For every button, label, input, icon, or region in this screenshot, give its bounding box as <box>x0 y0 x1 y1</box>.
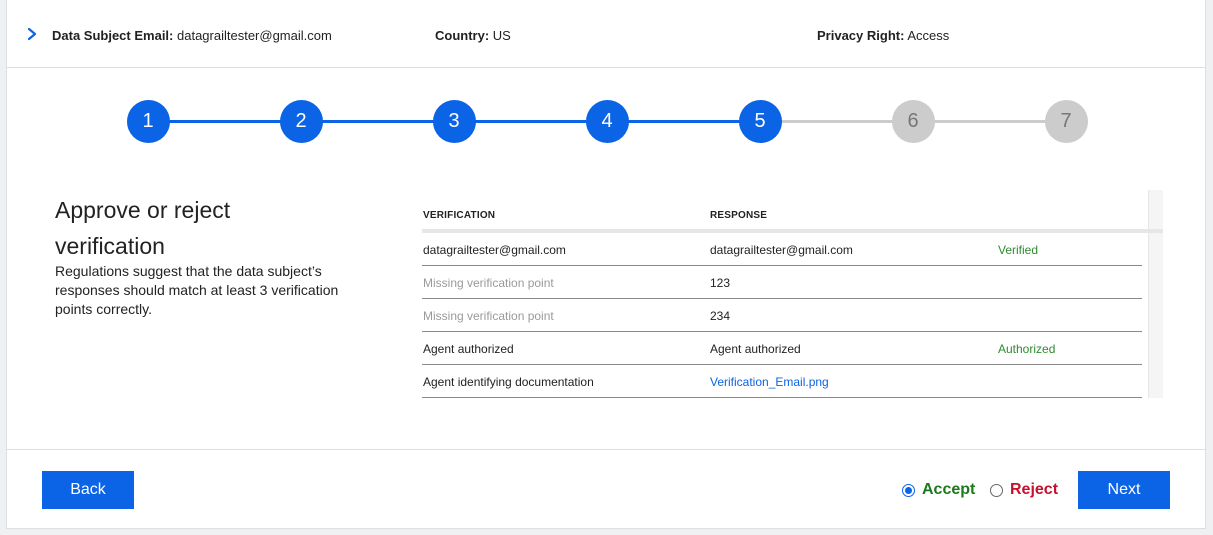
email-value: datagrailtester@gmail.com <box>177 28 332 43</box>
step-1[interactable]: 1 <box>126 100 170 143</box>
status-badge: Authorized <box>998 342 1056 356</box>
reject-label[interactable]: Reject <box>1010 481 1058 499</box>
table-row: Missing verification point 123 <box>422 266 1142 299</box>
verification-panel: 1234567 Approve or reject verification R… <box>6 68 1206 450</box>
step-3[interactable]: 3 <box>432 100 476 143</box>
page-title: Approve or reject verification <box>55 197 231 259</box>
table-row: Agent authorized Agent authorized Author… <box>422 332 1142 365</box>
action-footer: Back Accept Reject Next <box>6 450 1206 529</box>
accept-label[interactable]: Accept <box>922 481 975 499</box>
stepper-connector <box>454 120 607 123</box>
request-summary-bar: Data Subject Email: datagrailtester@gmai… <box>6 0 1206 68</box>
stepper-connector <box>607 120 760 123</box>
page-description: Regulations suggest that the data subjec… <box>55 263 339 317</box>
stepper-connector <box>760 120 913 123</box>
stepper-connector <box>148 120 301 123</box>
stepper-connector <box>913 120 1066 123</box>
attachment-link[interactable]: Verification_Email.png <box>710 375 829 389</box>
step-6[interactable]: 6 <box>891 100 935 143</box>
privacy-right-value: Access <box>907 28 950 43</box>
table-scrollbar[interactable] <box>1148 190 1163 398</box>
status-badge: Verified <box>998 243 1039 257</box>
step-4[interactable]: 4 <box>585 100 629 143</box>
response-cell: datagrailtester@gmail.com <box>710 243 853 257</box>
next-button[interactable]: Next <box>1078 471 1170 509</box>
response-cell: 234 <box>710 309 731 323</box>
country-value: US <box>492 28 511 43</box>
verification-cell: datagrailtester@gmail.com <box>423 243 566 257</box>
column-header-response: RESPONSE <box>710 210 768 221</box>
stepper-connector <box>301 120 454 123</box>
response-cell: Agent authorized <box>710 342 801 356</box>
privacy-right-label: Privacy Right: <box>817 28 905 43</box>
response-cell: 123 <box>710 276 731 290</box>
verification-cell: Missing verification point <box>423 309 554 323</box>
accept-radio[interactable] <box>902 484 915 497</box>
chevron-right-icon[interactable] <box>25 26 39 42</box>
table-row: datagrailtester@gmail.com datagrailteste… <box>422 233 1142 266</box>
back-button[interactable]: Back <box>42 471 134 509</box>
country-label: Country: <box>435 28 490 43</box>
reject-radio[interactable] <box>990 484 1003 497</box>
verification-cell: Missing verification point <box>423 276 554 290</box>
verification-cell: Agent authorized <box>423 342 514 356</box>
table-row: Agent identifying documentation Verifica… <box>422 365 1142 398</box>
step-2[interactable]: 2 <box>279 100 323 143</box>
privacy-right: Privacy Right: Access <box>817 28 949 43</box>
email-label: Data Subject Email: <box>52 28 174 43</box>
data-subject-email: Data Subject Email: datagrailtester@gmai… <box>52 28 332 43</box>
verification-cell: Agent identifying documentation <box>423 375 594 389</box>
country: Country: US <box>435 28 511 43</box>
verification-table: VERIFICATION RESPONSE datagrailtester@gm… <box>422 190 1163 398</box>
step-5[interactable]: 5 <box>738 100 782 143</box>
table-row: Missing verification point 234 <box>422 299 1142 332</box>
column-header-verification: VERIFICATION <box>423 210 496 221</box>
step-7[interactable]: 7 <box>1044 100 1088 143</box>
